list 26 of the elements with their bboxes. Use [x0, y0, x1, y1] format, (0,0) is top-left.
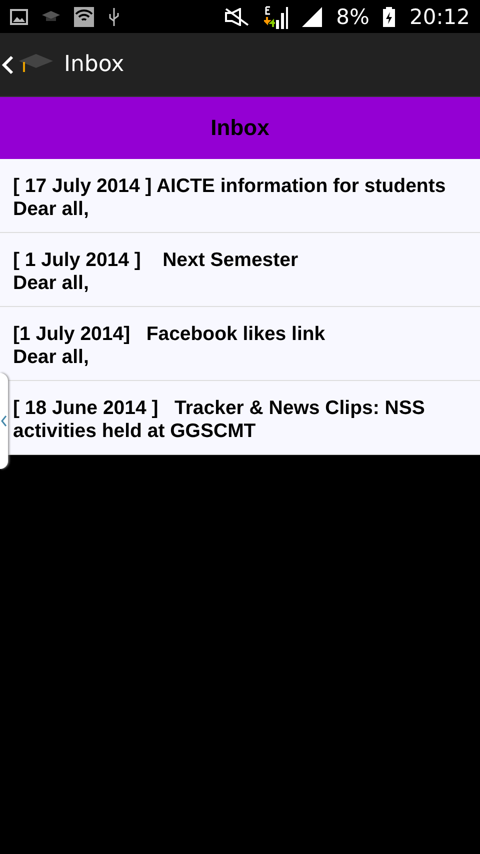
wifi-icon: [74, 6, 94, 26]
message-item[interactable]: [ 18 June 2014 ] Tracker & News Clips: NSS activities held at GGSCMT: [9, 381, 480, 455]
message-title: [ 18 June 2014 ] Tracker & News Clips: NSS activities held at GGSCMT: [13, 397, 426, 443]
app-title: Inbox: [64, 52, 124, 77]
gallery-icon: [10, 8, 28, 24]
chevron-left-icon: [1, 415, 7, 427]
message-item[interactable]: [1 July 2014] Facebook likes link Dear all,: [0, 307, 480, 381]
message-item[interactable]: [ 17 July 2014 ] AICTE information for students Dear all,: [0, 159, 480, 233]
message-preview: Dear all,: [13, 346, 90, 369]
message-preview: Dear all,: [13, 272, 90, 295]
usb-icon: [108, 6, 120, 26]
drawer-handle[interactable]: [0, 373, 8, 469]
message-title: [ 1 July 2014 ] Next Semester: [13, 249, 300, 272]
mobile-data-icon: [264, 4, 288, 28]
page-title: Inbox: [210, 115, 270, 141]
message-title: [ 17 July 2014 ] AICTE information for students: [13, 175, 447, 198]
message-preview: Dear all,: [13, 198, 90, 221]
signal-icon: [302, 6, 322, 26]
message-title: [1 July 2014] Facebook likes link: [13, 323, 326, 346]
battery-charging-icon: [383, 6, 396, 26]
mute-icon: [224, 8, 250, 26]
clock: 20:12: [409, 4, 470, 28]
back-icon[interactable]: [2, 54, 14, 74]
battery-percent: 8%: [336, 4, 370, 28]
graduation-cap-icon: [42, 10, 60, 24]
message-item[interactable]: [ 1 July 2014 ] Next Semester Dear all,: [0, 233, 480, 307]
